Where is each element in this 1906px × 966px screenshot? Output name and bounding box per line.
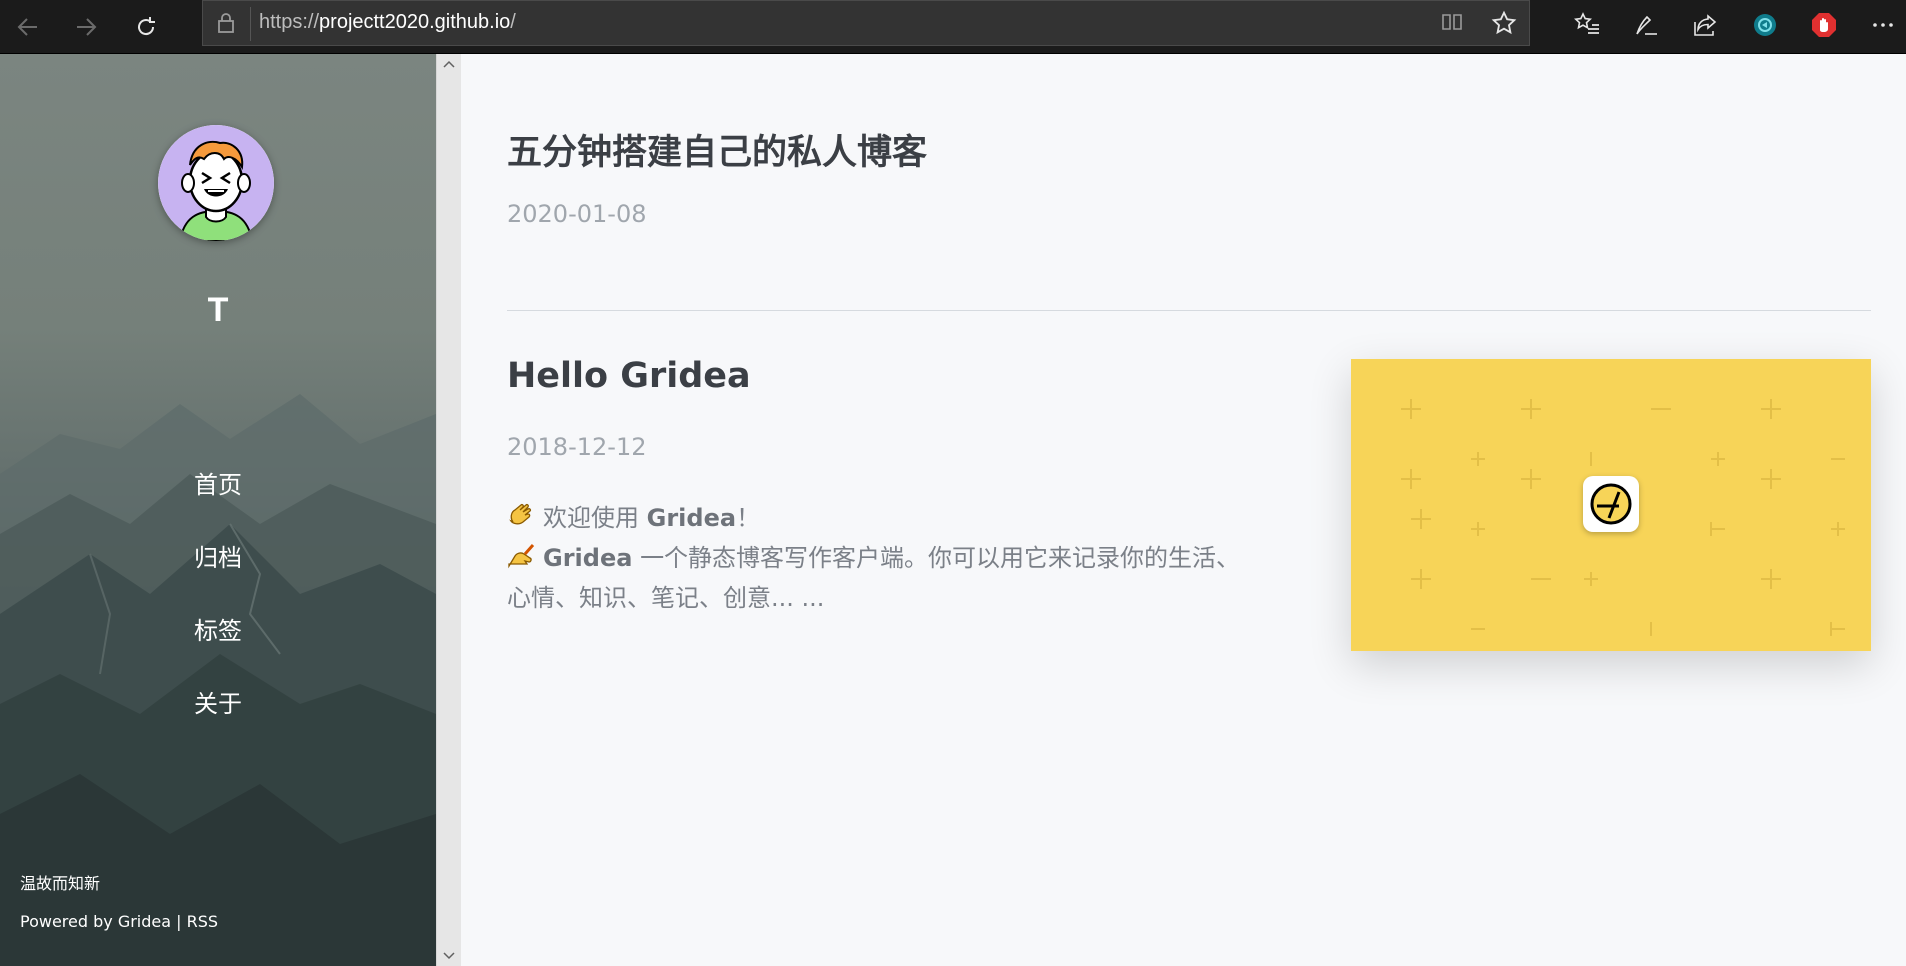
- url-scheme: https://: [259, 11, 320, 33]
- post-feature-image[interactable]: [1351, 359, 1871, 651]
- sidebar-item-archive[interactable]: 归档: [0, 538, 436, 573]
- address-divider: [250, 7, 251, 41]
- scroll-down-arrow-icon[interactable]: [443, 952, 455, 960]
- back-button[interactable]: [10, 9, 46, 45]
- excerpt-text: 一个静态博客写作客户端。你可以用它来记录你的生活、: [640, 544, 1241, 572]
- excerpt-line: 欢迎使用 Gridea！: [507, 500, 1307, 540]
- scrollbar[interactable]: [436, 54, 461, 966]
- lock-icon: [217, 12, 235, 38]
- excerpt-text: ！: [736, 504, 761, 532]
- post-list: 五分钟搭建自己的私人博客 2020-01-08 Hello Gridea 201…: [461, 54, 1906, 966]
- url-path: /: [510, 11, 516, 33]
- sidebar-item-about[interactable]: 关于: [0, 684, 436, 719]
- excerpt-line: 心情、知识、笔记、创意... ...: [507, 584, 825, 612]
- excerpt-bold: Gridea: [646, 504, 737, 532]
- gridea-logo-icon: [1590, 483, 1632, 525]
- favorites-list-icon[interactable]: [1570, 8, 1604, 42]
- post-excerpt: 欢迎使用 Gridea！ Gridea 一个静态博客写作客户端。你可以用它来记录…: [507, 500, 1307, 616]
- more-icon[interactable]: [1866, 8, 1900, 42]
- favorite-star-icon[interactable]: [1491, 10, 1517, 40]
- excerpt-bold: Gridea: [543, 544, 633, 572]
- gridea-link[interactable]: Gridea: [118, 912, 171, 931]
- rss-link[interactable]: RSS: [187, 912, 218, 931]
- address-bar[interactable]: https://projectt2020.github.io/: [202, 0, 1530, 46]
- sidebar-item-home[interactable]: 首页: [0, 465, 436, 500]
- writing-hand-icon: [507, 542, 535, 580]
- site-motto: 温故而知新: [20, 874, 101, 893]
- post-divider: [507, 310, 1871, 311]
- excerpt-line: Gridea 一个静态博客写作客户端。你可以用它来记录你的生活、: [507, 540, 1307, 580]
- sidebar-item-tags[interactable]: 标签: [0, 611, 436, 646]
- gridea-logo: [1583, 476, 1639, 532]
- forward-icon: [77, 18, 97, 36]
- adblock-icon[interactable]: [1807, 8, 1841, 42]
- scroll-up-arrow-icon[interactable]: [443, 60, 455, 68]
- post-title[interactable]: Hello Gridea: [507, 356, 751, 396]
- footer-separator: |: [176, 912, 182, 931]
- back-icon: [17, 18, 37, 36]
- post-date: 2018-12-12: [507, 433, 647, 461]
- powered-by-text: Powered by: [20, 912, 113, 931]
- refresh-icon: [138, 17, 155, 36]
- avatar[interactable]: [158, 125, 274, 241]
- post-title[interactable]: 五分钟搭建自己的私人博客: [507, 124, 927, 175]
- clapping-hands-icon: [507, 502, 535, 540]
- powered-by-line: Powered by Gridea | RSS: [20, 912, 218, 931]
- excerpt-text: 欢迎使用: [543, 504, 639, 532]
- sidebar: T 首页 归档 标签 关于 温故而知新 Powered by Gridea | …: [0, 54, 436, 966]
- forward-button[interactable]: [68, 9, 104, 45]
- pen-icon[interactable]: [1629, 8, 1663, 42]
- url-text[interactable]: https://projectt2020.github.io/: [259, 11, 516, 34]
- url-host: projectt2020.github.io: [319, 11, 511, 33]
- post-date: 2020-01-08: [507, 200, 647, 228]
- share-icon[interactable]: [1689, 8, 1723, 42]
- browser-toolbar: https://projectt2020.github.io/: [0, 0, 1906, 54]
- reading-view-icon[interactable]: [1440, 10, 1464, 38]
- extension-icon[interactable]: [1748, 8, 1782, 42]
- refresh-button[interactable]: [128, 9, 164, 45]
- site-title[interactable]: T: [0, 291, 436, 330]
- avatar-face-icon: [158, 125, 274, 241]
